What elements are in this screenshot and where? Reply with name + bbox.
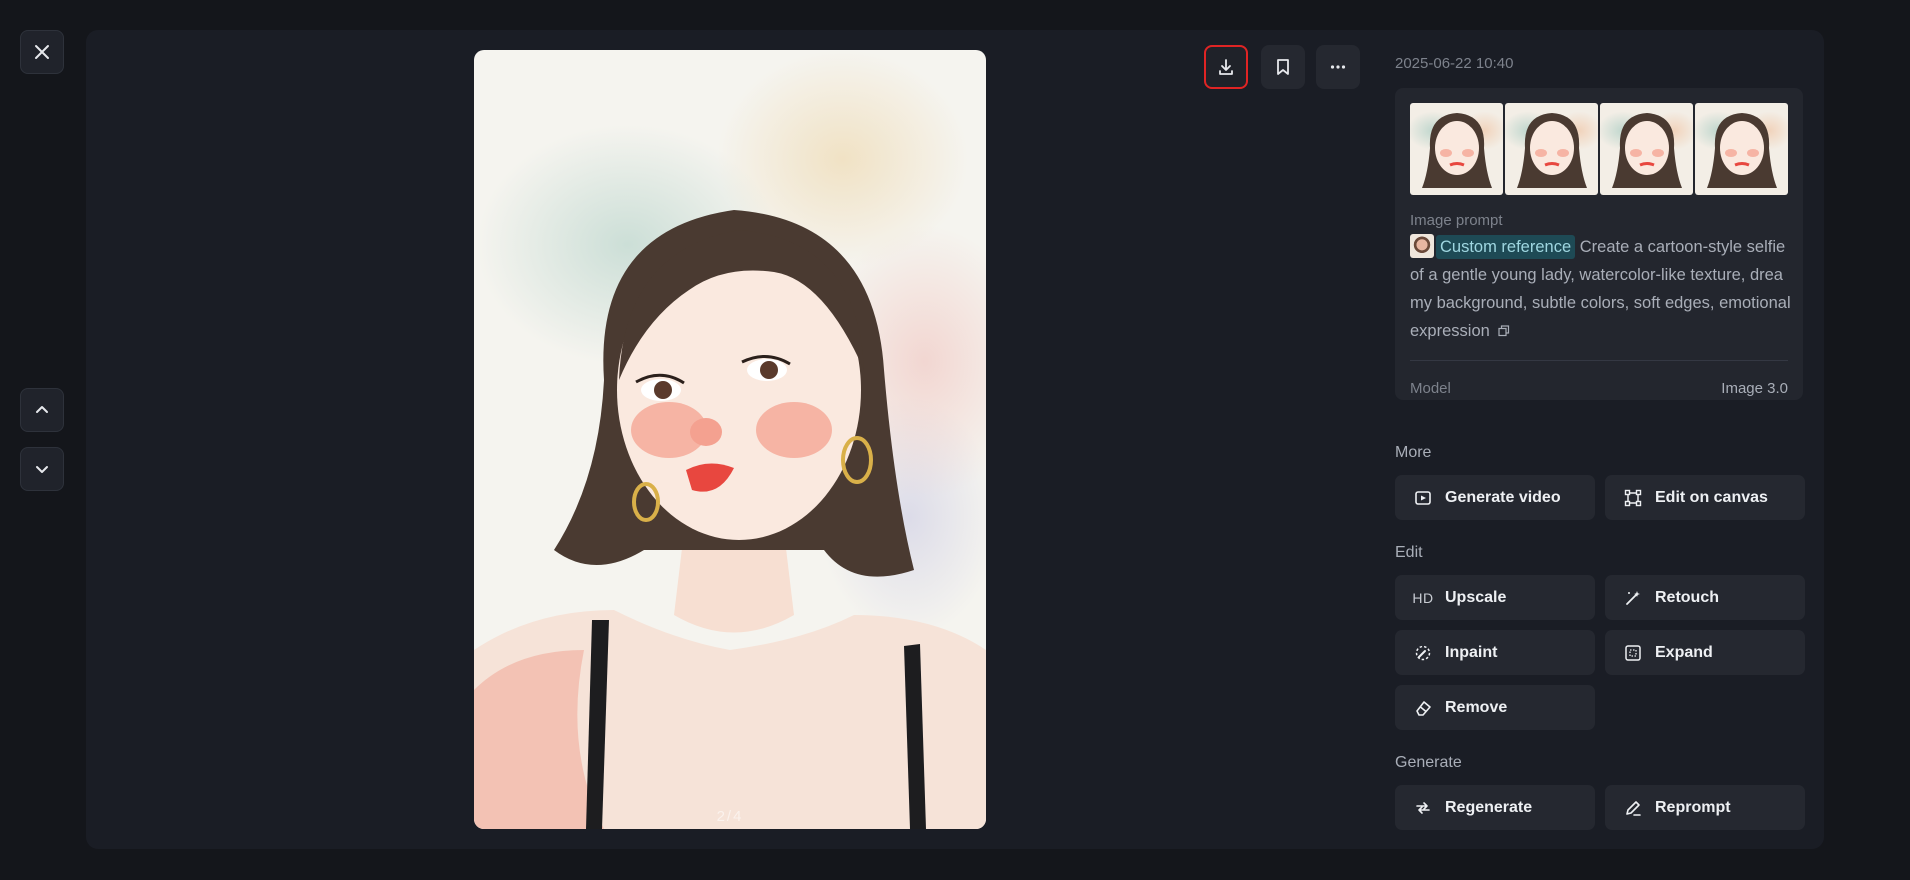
section-more-title: More <box>1395 444 1432 461</box>
portrait-illustration <box>474 210 986 829</box>
more-options-button[interactable] <box>1316 45 1360 89</box>
card-divider <box>1410 360 1788 361</box>
chevron-down-icon <box>36 466 48 473</box>
section-edit-title: Edit <box>1395 544 1423 561</box>
next-image-button[interactable] <box>20 447 64 491</box>
chevron-up-icon <box>36 406 48 413</box>
video-icon <box>1415 490 1431 505</box>
previous-image-button[interactable] <box>20 388 64 432</box>
generated-image[interactable]: 2/4 <box>474 50 986 829</box>
reprompt-button[interactable]: Reprompt <box>1605 785 1805 830</box>
variation-thumbnails <box>1410 103 1788 195</box>
brush-icon <box>1415 645 1431 660</box>
bookmark-icon <box>1277 59 1289 75</box>
generate-video-button[interactable]: Generate video <box>1395 475 1595 520</box>
thumbnail-portrait <box>1517 113 1587 188</box>
custom-reference-chip[interactable]: Custom reference <box>1436 235 1576 259</box>
copy-icon[interactable] <box>1498 325 1510 337</box>
inpaint-button[interactable]: Inpaint <box>1395 630 1595 675</box>
regenerate-icon <box>1416 801 1430 814</box>
edit-on-canvas-button[interactable]: Edit on canvas <box>1605 475 1805 520</box>
thumbnail-4[interactable] <box>1695 103 1788 195</box>
magic-wand-icon <box>1626 590 1640 605</box>
canvas-icon <box>1624 489 1642 506</box>
model-value: Image 3.0 <box>1721 380 1788 397</box>
image-pager: 2/4 <box>716 808 744 825</box>
download-icon <box>1219 59 1233 75</box>
upscale-button[interactable]: HD Upscale <box>1395 575 1595 620</box>
close-button[interactable] <box>20 30 64 74</box>
thumbnail-portrait <box>1422 113 1492 188</box>
retouch-button[interactable]: Retouch <box>1605 575 1805 620</box>
close-icon <box>35 45 49 59</box>
bookmark-button[interactable] <box>1261 45 1305 89</box>
prompt-text-block: Custom reference Create a cartoon-style … <box>1410 233 1792 345</box>
more-icon <box>1330 65 1346 69</box>
section-generate-title: Generate <box>1395 754 1462 771</box>
reference-avatar <box>1410 234 1434 258</box>
thumbnail-3[interactable] <box>1600 103 1693 195</box>
creation-date: 2025-06-22 10:40 <box>1395 55 1514 72</box>
thumbnail-portrait <box>1707 113 1777 188</box>
expand-icon <box>1625 644 1641 661</box>
prompt-info-card: Image prompt Custom reference Create a c… <box>1395 88 1803 400</box>
thumbnail-2[interactable] <box>1505 103 1598 195</box>
pencil-icon <box>1626 800 1641 816</box>
regenerate-button[interactable]: Regenerate <box>1395 785 1595 830</box>
eraser-icon <box>1416 700 1431 716</box>
expand-button[interactable]: Expand <box>1605 630 1805 675</box>
remove-button[interactable]: Remove <box>1395 685 1595 730</box>
prompt-label: Image prompt <box>1410 212 1503 229</box>
model-label: Model <box>1410 380 1451 397</box>
download-button[interactable] <box>1204 45 1248 89</box>
thumbnail-portrait <box>1612 113 1682 188</box>
thumbnail-1[interactable] <box>1410 103 1503 195</box>
hd-icon: HD <box>1412 589 1434 606</box>
